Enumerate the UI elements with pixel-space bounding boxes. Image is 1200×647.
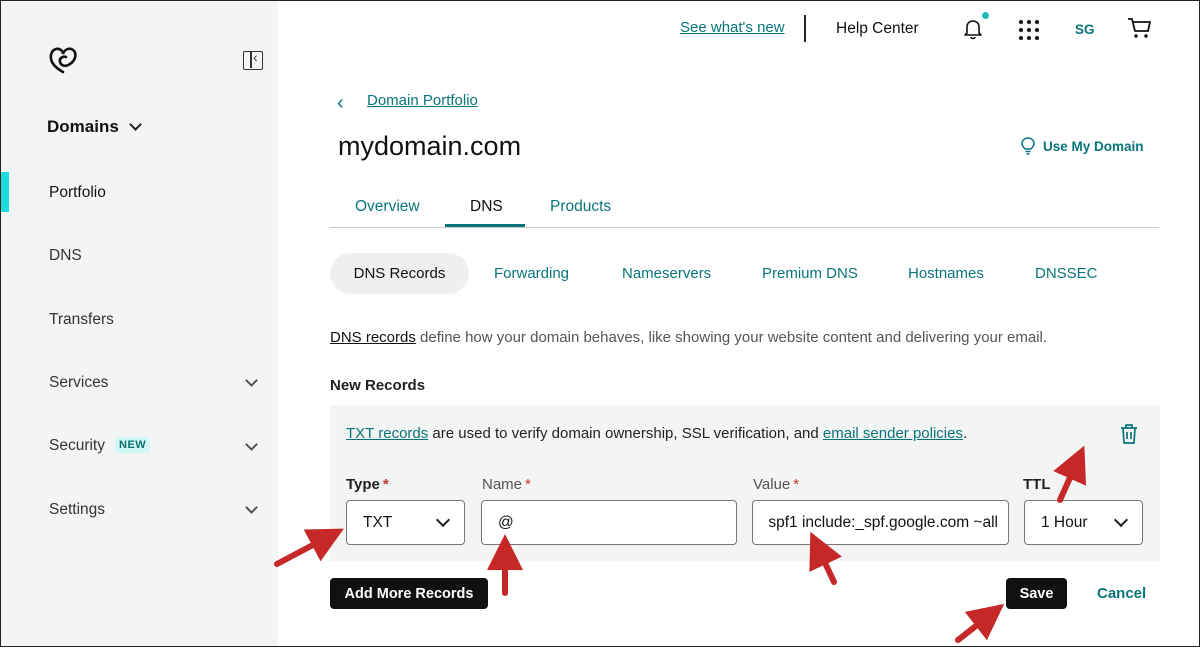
divider — [804, 15, 806, 42]
active-tab-indicator — [445, 224, 525, 227]
email-sender-policies-link[interactable]: email sender policies — [823, 425, 963, 442]
chevron-down-icon — [1113, 512, 1129, 528]
ttl-select[interactable]: 1 Hour — [1024, 500, 1143, 545]
domains-menu[interactable]: Domains — [47, 117, 142, 137]
back-chevron-icon[interactable]: ‹ — [337, 92, 344, 115]
add-more-records-button[interactable]: Add More Records — [330, 578, 488, 609]
tab-dns[interactable]: DNS — [470, 198, 503, 216]
description-text: define how your domain behaves, like sho… — [415, 329, 1048, 346]
subtab-dns-records[interactable]: DNS Records — [330, 253, 469, 294]
subtab-hostnames[interactable]: Hostnames — [908, 265, 984, 282]
ttl-label: TTL — [1023, 476, 1051, 493]
save-button[interactable]: Save — [1006, 578, 1067, 609]
tab-overview[interactable]: Overview — [355, 198, 420, 216]
chevron-down-icon — [435, 512, 451, 528]
brand-logo-icon[interactable] — [48, 45, 78, 75]
notification-dot — [982, 12, 989, 19]
subtab-dnssec[interactable]: DNSSEC — [1035, 265, 1098, 282]
chevron-down-icon[interactable] — [245, 501, 258, 514]
type-label: Type * — [346, 476, 389, 493]
subtab-forwarding[interactable]: Forwarding — [494, 265, 569, 282]
txt-records-link[interactable]: TXT records — [346, 425, 428, 442]
help-center-link[interactable]: Help Center — [836, 20, 919, 38]
use-my-domain-label: Use My Domain — [1043, 138, 1144, 154]
bell-icon[interactable] — [963, 18, 983, 40]
arrow-to-type — [274, 528, 344, 567]
breadcrumb[interactable]: Domain Portfolio — [367, 92, 478, 109]
cart-icon[interactable] — [1127, 17, 1152, 39]
subtab-premium-dns[interactable]: Premium DNS — [762, 265, 858, 282]
apps-grid-icon[interactable] — [1019, 20, 1039, 40]
info-end: . — [962, 425, 968, 442]
whats-new-link[interactable]: See what's new — [680, 19, 785, 36]
active-indicator — [0, 172, 9, 212]
sidebar: Domains Portfolio DNS Transfers Services… — [0, 0, 278, 647]
sidebar-item-label: Security — [49, 437, 105, 454]
new-record-panel: TXT records are used to verify domain ow… — [330, 405, 1160, 561]
sidebar-item-services[interactable]: Services — [49, 374, 108, 392]
chevron-down-icon — [128, 118, 142, 131]
chevron-down-icon[interactable] — [245, 438, 258, 451]
value-label: Value * — [753, 476, 800, 493]
page-title: mydomain.com — [338, 131, 522, 161]
dns-description: DNS records define how your domain behav… — [330, 329, 1047, 346]
use-my-domain-button[interactable]: Use My Domain — [1021, 137, 1144, 155]
domains-label: Domains — [47, 117, 119, 136]
trash-icon[interactable] — [1119, 423, 1139, 445]
name-value: @ — [498, 513, 514, 531]
tab-products[interactable]: Products — [550, 198, 611, 216]
subtab-nameservers[interactable]: Nameservers — [622, 265, 711, 282]
value-input[interactable]: spf1 include:_spf.google.com ~all — [752, 500, 1009, 545]
sidebar-item-dns[interactable]: DNS — [49, 247, 82, 265]
info-text: are used to verify domain ownership, SSL… — [428, 425, 823, 442]
lightbulb-icon — [1021, 137, 1035, 155]
tab-bar: Overview DNS Products — [330, 186, 1159, 228]
chevron-down-icon[interactable] — [245, 374, 258, 387]
sidebar-item-portfolio[interactable]: Portfolio — [49, 184, 106, 202]
new-records-heading: New Records — [330, 377, 426, 394]
name-input[interactable]: @ — [481, 500, 737, 545]
dns-records-link[interactable]: DNS records — [330, 329, 416, 346]
txt-info: TXT records are used to verify domain ow… — [346, 425, 967, 442]
name-label: Name * — [482, 476, 531, 493]
new-badge: NEW — [115, 437, 151, 453]
value-value: spf1 include:_spf.google.com ~all — [768, 513, 998, 531]
user-avatar[interactable]: SG — [1075, 22, 1095, 37]
type-value: TXT — [363, 513, 393, 531]
ttl-value: 1 Hour — [1041, 513, 1088, 531]
sidebar-item-security[interactable]: Security NEW — [49, 437, 151, 455]
sidebar-item-transfers[interactable]: Transfers — [49, 311, 114, 329]
cancel-button[interactable]: Cancel — [1097, 585, 1146, 602]
type-select[interactable]: TXT — [346, 500, 465, 545]
arrow-to-save — [955, 603, 1005, 643]
sidebar-item-settings[interactable]: Settings — [49, 501, 105, 519]
collapse-sidebar-icon[interactable] — [243, 49, 263, 70]
